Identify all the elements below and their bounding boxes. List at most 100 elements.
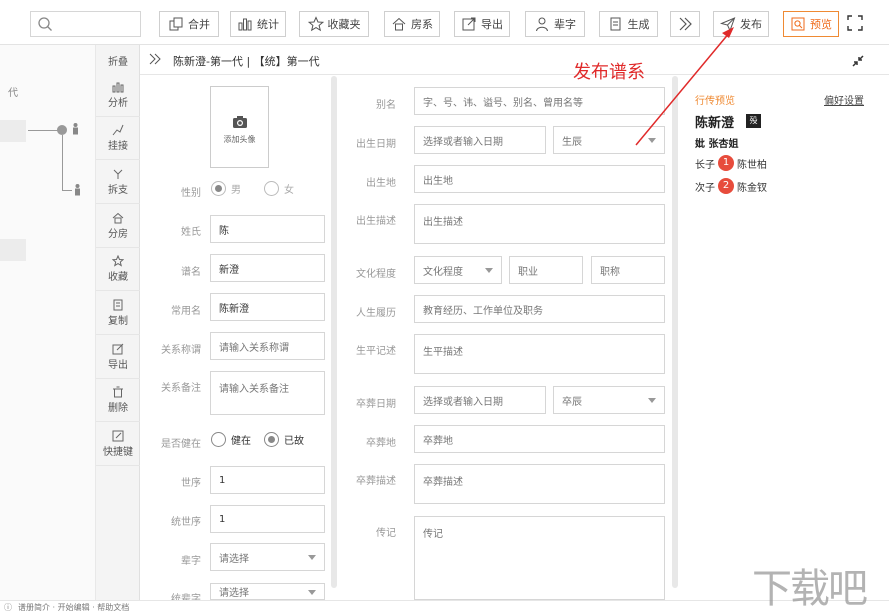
- side-menu: 折叠 分析 挂接 拆支 分房 收藏 复制 导出 删除 快捷键: [96, 45, 140, 600]
- birth-place-field[interactable]: 出生地: [414, 165, 665, 193]
- puming-field[interactable]: 新澄: [210, 254, 325, 282]
- merge-button[interactable]: 合并: [159, 11, 219, 37]
- caret-down-icon: [485, 268, 493, 273]
- tree-connector: [62, 135, 63, 190]
- child-number-badge: 1: [718, 155, 734, 171]
- radio-circle: [211, 432, 226, 447]
- surname-field[interactable]: 陈: [210, 215, 325, 243]
- birth-desc-field[interactable]: 出生描述: [414, 204, 665, 244]
- favorite-button[interactable]: 收藏: [96, 251, 140, 291]
- shortcut-button[interactable]: 快捷键: [96, 426, 140, 466]
- person-icon[interactable]: [74, 184, 81, 196]
- generation-name-button[interactable]: 辈字: [525, 11, 585, 37]
- side-export-label: 导出: [108, 360, 128, 371]
- send-icon: [720, 16, 736, 32]
- relation-note-field[interactable]: 请输入关系备注: [210, 371, 325, 415]
- child-name: 陈世柏: [737, 156, 767, 171]
- child-relation: 次子: [695, 179, 715, 194]
- detail-scrollbar[interactable]: [672, 76, 678, 588]
- birth-date-label: 出生日期: [336, 135, 396, 150]
- avatar-upload[interactable]: 添加头像: [210, 86, 269, 168]
- merge-label: 合并: [188, 16, 210, 32]
- alive-no-radio[interactable]: 已故: [264, 432, 304, 447]
- death-date-field[interactable]: 选择或者输入日期: [414, 386, 546, 414]
- preview-button[interactable]: 预览: [783, 11, 839, 37]
- preview-icon: [790, 16, 806, 32]
- life-field[interactable]: 生平描述: [414, 334, 665, 374]
- birth-ganzhi-value: 生辰: [562, 133, 582, 148]
- help-icon[interactable]: ⓘ: [4, 602, 12, 612]
- more-button[interactable]: [670, 11, 700, 37]
- assign-house-button[interactable]: 分房: [96, 208, 140, 248]
- double-chevron-right-icon[interactable]: [148, 52, 162, 66]
- preference-settings-link[interactable]: 偏好设置: [824, 92, 864, 107]
- education-select[interactable]: 文化程度: [414, 256, 502, 284]
- tongbeizi-select[interactable]: 请选择: [210, 583, 325, 600]
- tree-node-bar[interactable]: [0, 120, 26, 142]
- preview-label: 预览: [810, 16, 832, 32]
- tongshixu-field[interactable]: 1: [210, 505, 325, 533]
- job-field[interactable]: 职业: [509, 256, 583, 284]
- burial-desc-field[interactable]: 卒葬描述: [414, 464, 665, 504]
- child-name: 陈金钗: [737, 179, 767, 194]
- tongbeizi-value: 请选择: [219, 584, 249, 599]
- alias-field[interactable]: 字、号、讳、谥号、别名、曾用名等: [414, 87, 665, 115]
- job-title-field[interactable]: 职称: [591, 256, 665, 284]
- child-number-badge: 2: [718, 178, 734, 194]
- child-item[interactable]: 长子 1 陈世柏: [695, 155, 767, 171]
- tree-node-bar[interactable]: [0, 239, 26, 261]
- fold-button[interactable]: 折叠: [96, 53, 140, 68]
- resume-field[interactable]: 教育经历、工作单位及职务: [414, 295, 665, 323]
- birth-ganzhi-select[interactable]: 生辰: [553, 126, 665, 154]
- analyze-button[interactable]: 分析: [96, 77, 140, 117]
- merge-icon: [168, 16, 184, 32]
- delete-label: 删除: [108, 403, 128, 414]
- branch-house-button[interactable]: 房系: [384, 11, 440, 37]
- search-icon: [37, 16, 53, 32]
- star-icon: [112, 255, 124, 267]
- tree-node-dot[interactable]: [57, 125, 67, 135]
- beizi-select[interactable]: 请选择: [210, 543, 325, 571]
- tongshixu-label: 统世序: [141, 513, 201, 528]
- person-icon[interactable]: [72, 123, 79, 135]
- search-input[interactable]: [30, 11, 141, 37]
- resume-label: 人生履历: [336, 304, 396, 319]
- tree-connector: [28, 130, 60, 131]
- delete-button[interactable]: 删除: [96, 382, 140, 422]
- double-chevron-right-icon: [677, 16, 693, 32]
- generate-button[interactable]: 生成: [599, 11, 658, 37]
- life-label: 生平记述: [336, 342, 396, 357]
- person-icon: [534, 16, 550, 32]
- form-scrollbar[interactable]: [331, 76, 337, 588]
- attach-button[interactable]: 挂接: [96, 120, 140, 160]
- caret-down-icon: [308, 555, 316, 560]
- copy-label: 复制: [108, 316, 128, 327]
- publish-button[interactable]: 发布: [713, 11, 769, 37]
- common-name-field[interactable]: 陈新澄: [210, 293, 325, 321]
- burial-field[interactable]: 卒葬地: [414, 425, 665, 453]
- house-icon: [391, 16, 407, 32]
- gender-female-radio[interactable]: 女: [264, 181, 294, 196]
- annotation-label: 发布谱系: [573, 58, 645, 84]
- birth-date-field[interactable]: 选择或者输入日期: [414, 126, 546, 154]
- relation-field[interactable]: 请输入关系称谓: [210, 332, 325, 360]
- side-export-button[interactable]: 导出: [96, 339, 140, 379]
- split-branch-button[interactable]: 拆支: [96, 164, 140, 204]
- fullscreen-icon[interactable]: [847, 15, 863, 31]
- child-item[interactable]: 次子 2 陈金钗: [695, 178, 767, 194]
- stats-button[interactable]: 统计: [230, 11, 286, 37]
- collapse-icon[interactable]: [852, 55, 864, 67]
- export-button[interactable]: 导出: [454, 11, 510, 37]
- death-ganzhi-select[interactable]: 卒辰: [553, 386, 665, 414]
- shixu-field[interactable]: 1: [210, 466, 325, 494]
- biography-preview-link[interactable]: 行传预览: [695, 92, 735, 107]
- beizi-label: 辈字: [141, 552, 201, 567]
- star-icon: [308, 16, 324, 32]
- gender-male-radio[interactable]: 男: [211, 181, 241, 196]
- watermark: 下载吧: [752, 556, 866, 612]
- alive-yes-radio[interactable]: 健在: [211, 432, 251, 447]
- copy-button[interactable]: 复制: [96, 295, 140, 335]
- family-tree-canvas[interactable]: 代: [0, 45, 96, 600]
- favorites-button[interactable]: 收藏夹: [299, 11, 369, 37]
- bio-field[interactable]: 传记: [414, 516, 665, 600]
